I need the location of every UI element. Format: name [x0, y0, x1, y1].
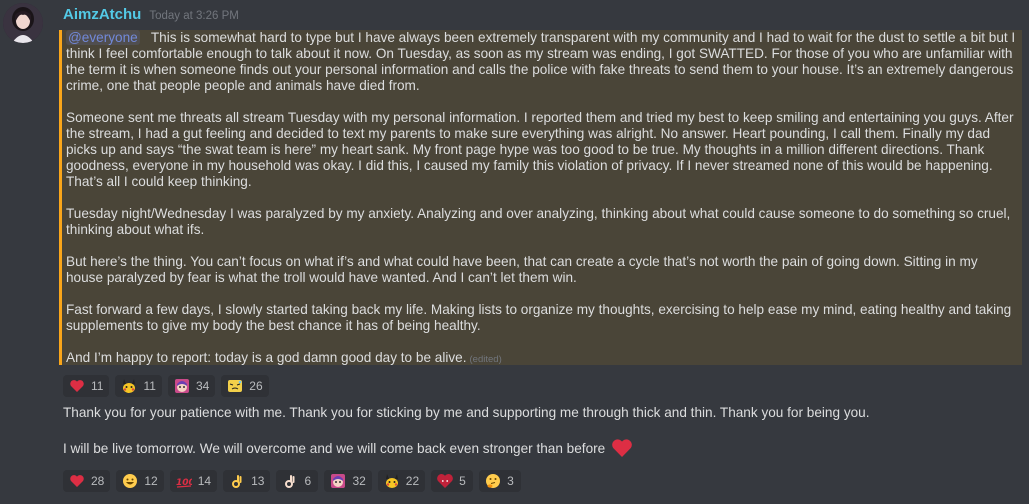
paragraph-text: This is somewhat hard to type but I have… [66, 30, 1016, 93]
reaction-bar-1: 11 11 34 26 [63, 375, 269, 397]
reaction-ok-hand-light[interactable]: 6 [276, 470, 319, 492]
hundred-icon: 100 [176, 473, 192, 489]
reaction-red-heart-face[interactable]: 5 [431, 470, 474, 492]
username[interactable]: AimzAtchu [63, 6, 141, 23]
heart-icon [611, 437, 633, 459]
reaction-count: 11 [143, 379, 156, 393]
heart-icon [69, 473, 85, 489]
pikachu-icon [121, 378, 137, 394]
reaction-grin[interactable]: 12 [116, 470, 164, 492]
reaction-pikachu[interactable]: 11 [115, 375, 162, 397]
reaction-count: 34 [195, 379, 210, 393]
reaction-anime-face[interactable]: 32 [324, 470, 372, 492]
reaction-count: 14 [197, 474, 212, 488]
reaction-pikachu-sweat[interactable]: 26 [221, 375, 269, 397]
grin-icon [122, 473, 138, 489]
everyone-mention[interactable]: @everyone [66, 30, 140, 45]
timestamp: Today at 3:26 PM [149, 10, 239, 22]
reaction-pikachu[interactable]: 22 [377, 470, 426, 492]
reaction-ok-hand[interactable]: 13 [223, 470, 271, 492]
message-text-live-tomorrow: I will be live tomorrow. We will overcom… [63, 437, 633, 459]
message-text-thank-you: Thank you for your patience with me. Tha… [63, 405, 870, 420]
reaction-count: 12 [144, 474, 158, 488]
pikachu-sweat-icon [227, 378, 243, 394]
reaction-count: 26 [249, 379, 263, 393]
message-text: I will be live tomorrow. We will overcom… [63, 441, 606, 457]
reaction-hundred[interactable]: 100 14 [169, 470, 218, 492]
reaction-count: 5 [459, 474, 466, 488]
avatar[interactable] [3, 3, 43, 43]
message-paragraph-5: Fast forward a few days, I slowly starte… [66, 302, 1012, 333]
reaction-thinking[interactable]: 3 [479, 470, 522, 492]
message-paragraph-2: Someone sent me threats all stream Tuesd… [66, 110, 1014, 189]
ok-hand-icon [229, 473, 245, 489]
paragraph-text: And I’m happy to report: today is a god … [66, 350, 467, 365]
edited-label: (edited) [469, 354, 502, 365]
message-paragraph-1: @everyone This is somewhat hard to type … [66, 30, 1016, 94]
message-paragraph-6: And I’m happy to report: today is a god … [66, 350, 1016, 368]
reaction-count: 28 [91, 474, 105, 488]
reaction-heart[interactable]: 11 [63, 375, 110, 397]
reaction-count: 32 [352, 474, 366, 488]
heart-icon [69, 378, 85, 394]
message-paragraph-3: Tuesday night/Wednesday I was paralyzed … [66, 206, 1011, 237]
reaction-count: 11 [91, 379, 104, 393]
anime-face-icon [174, 378, 190, 394]
anime-face-icon [330, 473, 346, 489]
ok-hand-light-icon [282, 473, 298, 489]
reaction-bar-2: 28 12 100 14 13 6 32 22 5 [63, 470, 522, 492]
reaction-count: 3 [507, 474, 514, 488]
reaction-count: 22 [405, 474, 420, 488]
thinking-icon [485, 473, 501, 489]
reaction-count: 6 [304, 474, 312, 488]
reaction-anime-face[interactable]: 34 [167, 375, 216, 397]
red-heart-face-icon [437, 473, 454, 489]
message-header: AimzAtchu Today at 3:26 PM [63, 6, 239, 26]
message-paragraph-4: But here’s the thing. You can’t focus on… [66, 254, 978, 285]
reaction-heart[interactable]: 28 [63, 470, 111, 492]
pikachu-icon [384, 473, 400, 489]
mention-highlighted-message: @everyone This is somewhat hard to type … [59, 30, 1022, 365]
chat-message-group: AimzAtchu Today at 3:26 PM @everyone Thi… [0, 0, 1029, 504]
reaction-count: 13 [251, 474, 265, 488]
